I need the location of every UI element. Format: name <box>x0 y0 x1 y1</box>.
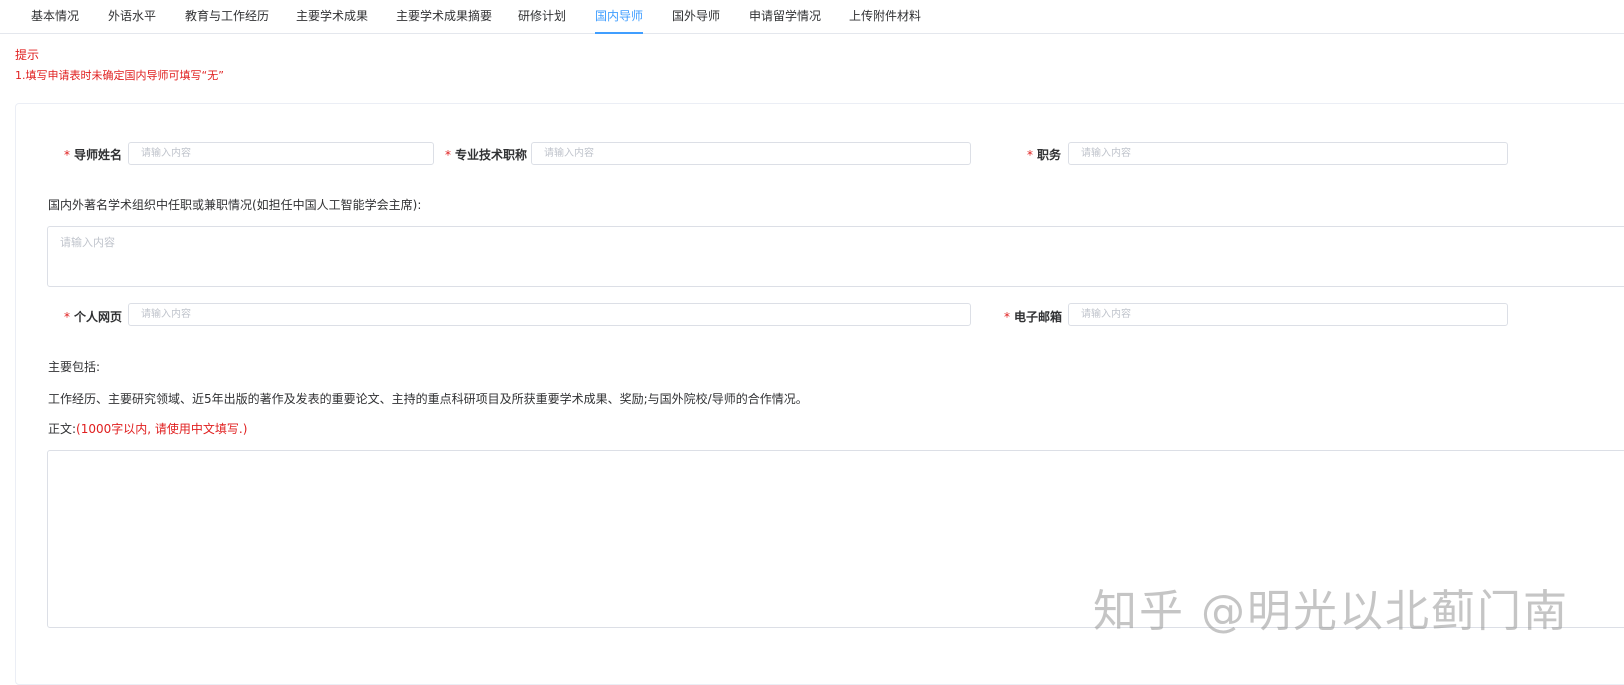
tab-domestic-tutor[interactable]: 国内导师 <box>595 0 644 34</box>
required-mark: * <box>1027 148 1033 162</box>
tab-upload-attachments[interactable]: 上传附件材料 <box>849 0 921 33</box>
watermark: 知乎 @明光以北蓟门南 <box>1093 586 1569 637</box>
title-input[interactable] <box>531 142 971 165</box>
org-textarea[interactable] <box>47 226 1624 287</box>
email-label-text: 电子邮箱 <box>1014 310 1063 324</box>
homepage-input[interactable] <box>128 303 971 326</box>
homepage-label-text: 个人网页 <box>74 310 123 324</box>
title-label: * 专业技术职称 <box>445 146 527 163</box>
tab-study-abroad[interactable]: 申请留学情况 <box>749 0 821 33</box>
main-includes-label: 主要包括: <box>48 360 101 374</box>
tab-basic-info[interactable]: 基本情况 <box>31 0 79 33</box>
tutor-name-label: * 导师姓名 <box>64 146 122 163</box>
main-description: 工作经历、主要研究领域、近5年出版的著作及发表的重要论文、主持的重点科研项目及所… <box>48 392 808 406</box>
tab-achievement-abstract[interactable]: 主要学术成果摘要 <box>396 0 492 33</box>
tab-education-work[interactable]: 教育与工作经历 <box>185 0 269 33</box>
position-input[interactable] <box>1068 142 1508 165</box>
position-label: * 职务 <box>1027 146 1061 163</box>
email-label: * 电子邮箱 <box>1004 308 1062 325</box>
position-label-text: 职务 <box>1037 148 1062 162</box>
homepage-label: * 个人网页 <box>64 308 122 325</box>
tab-academic-achievements[interactable]: 主要学术成果 <box>296 0 368 33</box>
required-mark: * <box>64 310 70 324</box>
email-input[interactable] <box>1068 303 1508 326</box>
body-label-text: 正文: <box>48 422 77 436</box>
tab-bar: 基本情况 外语水平 教育与工作经历 主要学术成果 主要学术成果摘要 研修计划 国… <box>0 0 1624 34</box>
required-mark: * <box>1004 310 1010 324</box>
required-mark: * <box>445 148 451 162</box>
tab-foreign-language[interactable]: 外语水平 <box>108 0 156 33</box>
tutor-name-input[interactable] <box>128 142 434 165</box>
body-label: 正文:(1000字以内, 请使用中文填写.) <box>48 420 247 437</box>
hint-text: 1.填写申请表时未确定国内导师可填写“无” <box>15 69 224 82</box>
tab-study-plan[interactable]: 研修计划 <box>518 0 566 33</box>
tab-foreign-tutor[interactable]: 国外导师 <box>672 0 720 33</box>
hint-title: 提示 <box>15 48 40 62</box>
body-note: (1000字以内, 请使用中文填写.) <box>76 422 248 436</box>
tutor-name-label-text: 导师姓名 <box>74 148 123 162</box>
required-mark: * <box>64 148 70 162</box>
title-label-text: 专业技术职称 <box>455 148 528 162</box>
org-label: 国内外著名学术组织中任职或兼职情况(如担任中国人工智能学会主席): <box>48 198 422 212</box>
